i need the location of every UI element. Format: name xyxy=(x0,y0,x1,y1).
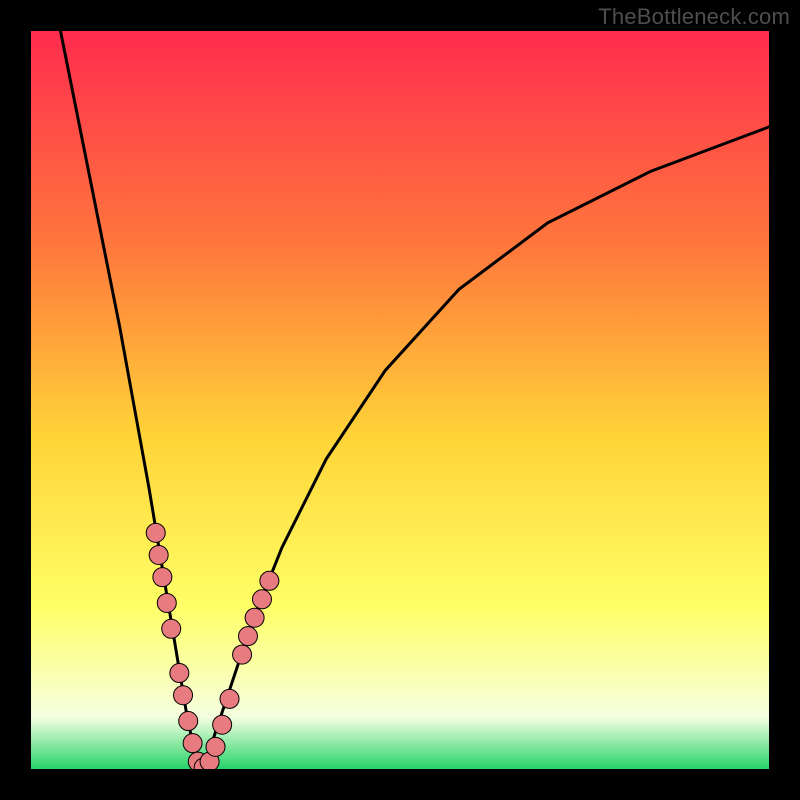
data-point-marker xyxy=(252,590,271,609)
data-point-marker xyxy=(183,734,202,753)
gradient-background xyxy=(31,31,769,769)
chart-svg xyxy=(31,31,769,769)
data-point-marker xyxy=(170,664,189,683)
data-point-marker xyxy=(149,545,168,564)
chart-stage: TheBottleneck.com xyxy=(0,0,800,800)
data-point-marker xyxy=(179,712,198,731)
data-point-marker xyxy=(245,608,264,627)
plot-area xyxy=(31,31,769,769)
data-point-marker xyxy=(174,686,193,705)
data-point-marker xyxy=(157,593,176,612)
data-point-marker xyxy=(153,568,172,587)
data-point-marker xyxy=(233,645,252,664)
data-point-marker xyxy=(162,619,181,638)
data-point-marker xyxy=(260,571,279,590)
data-point-marker xyxy=(213,715,232,734)
data-point-marker xyxy=(206,737,225,756)
watermark-text: TheBottleneck.com xyxy=(598,4,790,30)
data-point-marker xyxy=(238,627,257,646)
data-point-marker xyxy=(220,689,239,708)
data-point-marker xyxy=(146,523,165,542)
